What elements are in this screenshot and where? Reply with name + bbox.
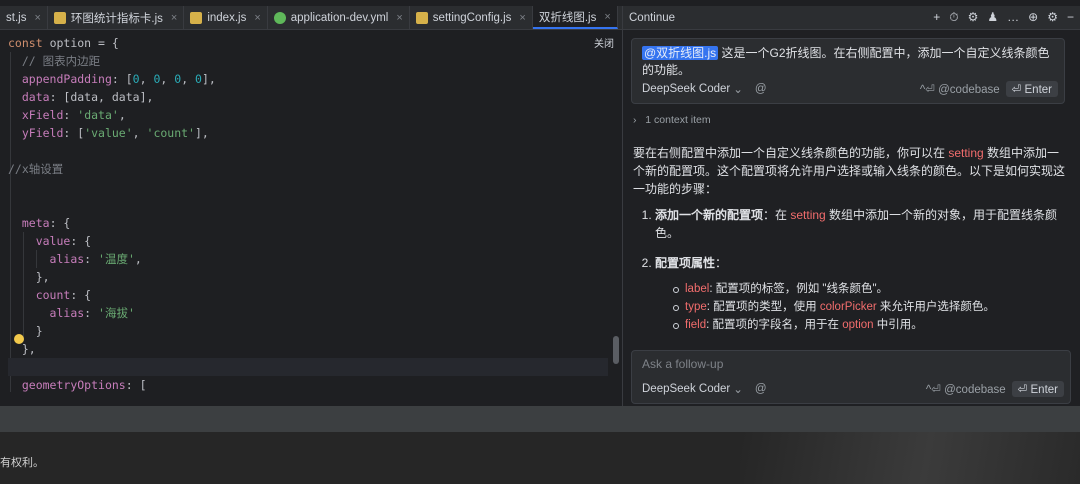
at-mention-icon[interactable]: @ [755,83,767,95]
file-mention[interactable]: @双折线图.js [642,46,719,60]
scrollbar-thumb[interactable] [613,336,619,364]
input-meta: DeepSeek Coder ⌄ @ ^⏎ @codebase ⏎ Enter [642,381,1064,397]
model-selector[interactable]: DeepSeek Coder [642,83,730,95]
tab-label: 双折线图.js [538,11,597,24]
codebase-shortcut[interactable]: ^⏎ @codebase [920,82,1000,96]
js-file-icon [415,11,428,24]
close-icon[interactable]: × [254,12,260,24]
js-file-icon [190,11,203,24]
at-mention-icon[interactable]: @ [755,383,767,395]
code-line: } [8,324,43,338]
code-line: geometryOptions: [ [21,378,147,392]
chevron-right-icon: › [633,114,637,126]
bullet-item: type: 配置项的类型，使用 colorPicker 来允许用户选择颜色。 [673,298,1071,316]
history-icon[interactable]: ⏱ [949,10,958,25]
add-icon[interactable]: + [933,10,940,25]
tab-setting-config-js[interactable]: settingConfig.js × [410,6,533,29]
tab-label: application-dev.yml [290,11,389,24]
close-icon[interactable]: × [34,12,40,24]
input-placeholder[interactable]: Ask a follow-up [642,357,1060,371]
lightbulb-icon[interactable] [14,334,24,344]
code-line: const option = { [8,36,119,50]
step-item: 配置项属性： [655,254,1071,272]
tab-label: 环图统计指标卡.js [70,12,163,25]
context-toggle[interactable]: › 1 context item [633,114,711,126]
close-icon[interactable]: × [171,12,177,24]
tab-ring-chart-js[interactable]: 环图统计指标卡.js × [48,6,185,29]
close-icon[interactable]: × [396,12,402,24]
code-line: xField: 'data', [21,108,126,122]
bottom-toolbar [0,406,1080,432]
chevron-down-icon[interactable]: ⌄ [733,382,743,396]
message-meta: DeepSeek Coder ⌄ @ ^⏎ @codebase ⏎ Enter [642,81,1058,97]
tab-label: index.js [207,11,247,24]
code-line: yField: ['value', 'count'], [21,126,209,140]
answer-steps: 添加一个新的配置项：在 setting 数组中添加一个新的对象，用于配置线条颜色… [633,206,1071,272]
enter-button[interactable]: ⏎ Enter [1005,81,1058,97]
bullet-item: field: 配置项的字段名，用于在 option 中引用。 [673,316,1071,334]
yml-file-icon [273,11,286,24]
settings-icon[interactable]: ⚙ [968,10,979,25]
tab-label: st.js [6,11,27,24]
panel-actions: + ⏱ ⚙ ♟ … ⊕ ⚙ − [933,10,1074,25]
enter-button[interactable]: ⏎ Enter [1011,381,1064,397]
code-line: data: [data, data], [21,90,154,104]
code-line: // 图表内边距 [8,54,101,68]
context-label: 1 context item [645,114,711,126]
answer-intro: 要在右侧配置中添加一个自定义线条颜色的功能，你可以在 setting 数组中添加… [633,146,1066,196]
code-content[interactable]: const option = { // 图表内边距 appendPadding:… [8,34,608,394]
more-icon[interactable]: … [1007,10,1019,25]
tab-double-line-chart-js[interactable]: 双折线图.js × [532,6,618,29]
user-message[interactable]: @双折线图.js 这是一个G2折线图。在右侧配置中，添加一个自定义线条颜色的功能… [631,38,1065,104]
close-icon[interactable]: × [519,12,525,24]
panel-title: Continue [629,11,676,24]
codebase-shortcut[interactable]: ^⏎ @codebase [926,382,1006,396]
minimize-icon[interactable]: − [1067,10,1074,25]
globe-icon[interactable]: ⊕ [1028,10,1038,25]
code-line: //x轴设置 [8,162,64,176]
model-selector[interactable]: DeepSeek Coder [642,383,730,395]
code-line: }, [8,270,50,284]
code-line: }, [8,342,36,356]
assistant-answer: 要在右侧配置中添加一个自定义线条颜色的功能，你可以在 setting 数组中添加… [633,144,1071,334]
background-shade [740,432,1080,484]
code-line: appendPadding: [0, 0, 0, 0], [21,72,216,86]
close-label[interactable]: 关闭 [594,35,614,50]
code-editor[interactable]: st.js × 环图统计指标卡.js × index.js × applicat… [0,6,656,406]
code-line: value: { [35,234,92,248]
chevron-down-icon[interactable]: ⌄ [733,82,743,96]
panel-header: Continue + ⏱ ⚙ ♟ … ⊕ ⚙ − [623,6,1080,30]
continue-panel: Continue + ⏱ ⚙ ♟ … ⊕ ⚙ − @双折线图.js 这是一个G2… [622,6,1080,406]
step-item: 添加一个新的配置项：在 setting 数组中添加一个新的对象，用于配置线条颜色… [655,206,1071,242]
code-line: alias: '海拔' [49,306,135,320]
tab-application-yml[interactable]: application-dev.yml × [268,6,410,29]
code-line: count: { [35,288,92,302]
close-icon[interactable]: × [604,11,610,23]
tab-st-js[interactable]: st.js × [0,6,48,29]
follow-up-input[interactable]: Ask a follow-up DeepSeek Coder ⌄ @ ^⏎ @c… [631,350,1071,404]
user-icon[interactable]: ♟ [987,10,998,25]
gear-icon[interactable]: ⚙ [1047,10,1058,25]
tab-label: settingConfig.js [432,11,512,24]
current-line [8,358,608,376]
tab-index-js[interactable]: index.js × [184,6,268,29]
editor-tabs: st.js × 环图统计指标卡.js × index.js × applicat… [0,6,656,30]
code-line: alias: '温度', [49,252,142,266]
answer-bullets: label: 配置项的标签，例如 "线条颜色"。 type: 配置项的类型，使用… [633,280,1071,334]
js-file-icon [53,11,66,24]
code-line: meta: { [21,216,71,230]
background-document: 有权利。 [0,432,1080,484]
bullet-item: label: 配置项的标签，例如 "线条颜色"。 [673,280,1071,298]
document-text: 有权利。 [0,456,44,469]
